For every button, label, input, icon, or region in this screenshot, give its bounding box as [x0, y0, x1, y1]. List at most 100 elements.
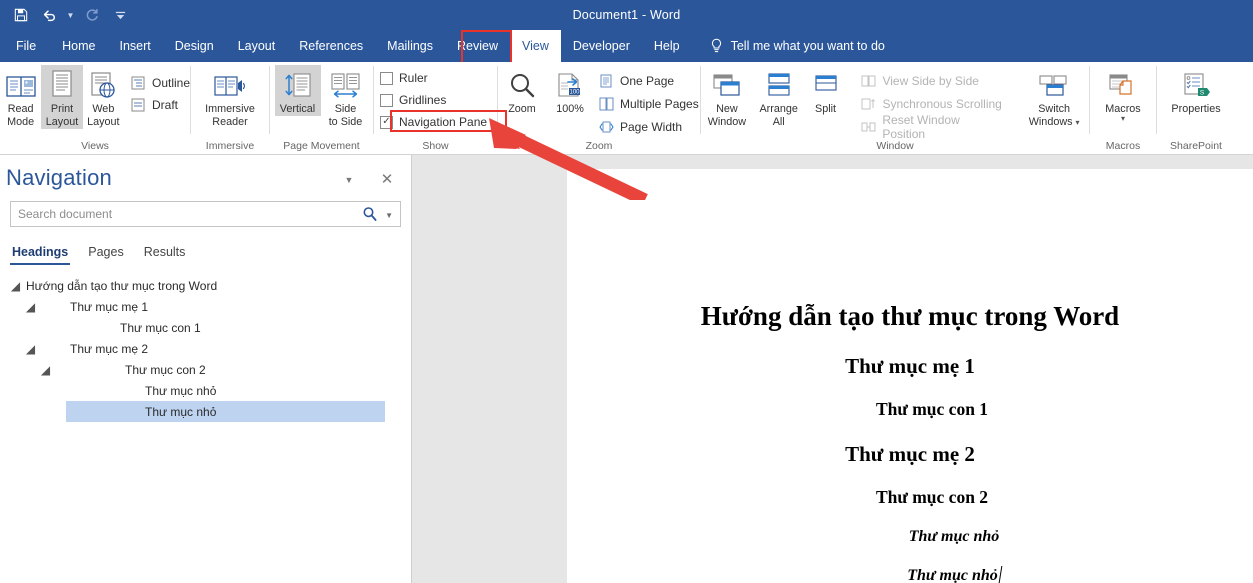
tell-me-box[interactable]: Tell me what you want to do: [692, 30, 885, 62]
web-layout-button[interactable]: Web Layout: [83, 65, 124, 129]
list-item[interactable]: ◢ Thư mục mẹ 1: [0, 296, 411, 317]
tab-design[interactable]: Design: [163, 30, 226, 62]
navigation-pane-checkbox[interactable]: ✓: [380, 115, 393, 129]
title-bar: Document1 - Word ▼: [0, 0, 1253, 30]
page-width-label: Page Width: [620, 120, 683, 134]
print-layout-button[interactable]: Print Layout: [41, 65, 83, 129]
vertical-label: Vertical: [279, 103, 316, 115]
immersive-reader-icon: [213, 69, 247, 103]
tab-developer[interactable]: Developer: [561, 30, 642, 62]
chevron-down-icon[interactable]: ▼: [339, 171, 359, 189]
multiple-pages-button[interactable]: Multiple Pages: [598, 94, 699, 114]
zoom-magnifier-icon: [508, 69, 536, 103]
switch-windows-icon: [1038, 69, 1070, 103]
list-item[interactable]: Thư mục con 1: [0, 317, 411, 338]
split-button[interactable]: Split: [805, 65, 847, 116]
tell-me-label: Tell me what you want to do: [730, 39, 885, 53]
read-mode-button[interactable]: Read Mode: [0, 65, 41, 129]
nav-tab-headings[interactable]: Headings: [4, 243, 80, 265]
expander-triangle-icon[interactable]: ◢: [25, 300, 36, 314]
ruler-label: Ruler: [399, 71, 428, 85]
ruler-checkbox-row[interactable]: Ruler: [380, 69, 487, 87]
zoom-100-icon: 100: [555, 69, 585, 103]
word-window: Document1 - Word ▼ File Home Insert Desi…: [0, 0, 1253, 583]
search-input[interactable]: Search document ▼: [10, 201, 401, 227]
ribbon-tab-strip: File Home Insert Design Layout Reference…: [0, 30, 1253, 62]
nav-tab-pages[interactable]: Pages: [80, 243, 135, 265]
tab-home[interactable]: Home: [50, 30, 107, 62]
zoom-100-button[interactable]: 100 100%: [546, 65, 594, 116]
expander-triangle-icon[interactable]: ◢: [40, 363, 51, 377]
search-dropdown-icon[interactable]: ▼: [385, 211, 393, 220]
navigation-pane-tabs: Headings Pages Results: [4, 243, 411, 265]
list-item[interactable]: ◢ Thư mục mẹ 2: [0, 338, 411, 359]
list-item[interactable]: Thư mục nhỏ: [66, 401, 385, 422]
gridlines-checkbox-row[interactable]: Gridlines: [380, 91, 487, 109]
customize-quick-access-icon[interactable]: [107, 3, 133, 27]
tab-view[interactable]: View: [510, 30, 561, 62]
read-mode-label-2: Mode: [7, 116, 35, 128]
draft-button[interactable]: Draft: [130, 96, 190, 114]
zoom-button[interactable]: Zoom: [498, 65, 546, 116]
undo-dropdown-icon[interactable]: ▼: [64, 3, 77, 27]
read-mode-label-1: Read: [7, 103, 34, 115]
vertical-button[interactable]: Vertical: [274, 65, 321, 116]
ribbon: Read Mode Print Layout Web Layout Outlin…: [0, 62, 1253, 155]
tab-help[interactable]: Help: [642, 30, 692, 62]
tab-file[interactable]: File: [0, 30, 50, 62]
page-width-icon: [598, 120, 614, 135]
arrange-all-button[interactable]: Arrange All: [753, 65, 805, 129]
reset-window-icon: [860, 120, 876, 135]
window-small-list: View Side by Side Synchronous Scrolling …: [846, 65, 1005, 141]
tab-references[interactable]: References: [287, 30, 375, 62]
outline-button[interactable]: Outline: [130, 74, 190, 92]
list-item[interactable]: Thư mục nhỏ: [0, 380, 411, 401]
close-icon[interactable]: ✕: [377, 169, 397, 189]
list-item[interactable]: ◢ Hướng dẫn tạo thư mục trong Word: [0, 275, 411, 296]
expander-triangle-icon[interactable]: ◢: [25, 342, 36, 356]
web-layout-label-2: Layout: [87, 116, 120, 128]
lightbulb-icon: [710, 38, 724, 54]
chevron-down-icon[interactable]: ▾: [1121, 115, 1125, 123]
properties-button[interactable]: S Properties: [1164, 65, 1228, 116]
macros-button[interactable]: Macros ▾: [1091, 65, 1155, 123]
split-icon: [812, 69, 840, 103]
tab-review[interactable]: Review: [445, 30, 510, 62]
tab-layout[interactable]: Layout: [226, 30, 288, 62]
search-placeholder: Search document: [18, 207, 113, 221]
switch-windows-button[interactable]: Switch Windows ▾: [1019, 65, 1089, 129]
switch-windows-label-2: Windows ▾: [1028, 116, 1080, 128]
immersive-reader-button[interactable]: Immersive Reader: [198, 65, 262, 129]
list-item[interactable]: ◢ Thư mục con 2: [0, 359, 411, 380]
one-page-button[interactable]: One Page: [598, 71, 699, 91]
immersive-reader-label-1: Immersive: [205, 103, 255, 115]
new-window-button[interactable]: New Window: [701, 65, 753, 129]
chevron-down-icon[interactable]: ▾: [1076, 118, 1080, 127]
ruler-checkbox[interactable]: [380, 71, 393, 85]
arrange-all-label-1: Arrange: [759, 103, 798, 115]
read-mode-icon: [6, 69, 36, 103]
save-icon[interactable]: [8, 3, 34, 27]
expander-triangle-icon[interactable]: ◢: [10, 279, 21, 293]
navigation-heading-list: ◢ Hướng dẫn tạo thư mục trong Word ◢ Thư…: [0, 275, 411, 422]
nav-tab-results[interactable]: Results: [136, 243, 198, 265]
zoom-label: Zoom: [508, 103, 536, 115]
quick-access-toolbar: ▼: [8, 0, 133, 30]
zoom-100-label: 100%: [556, 103, 584, 115]
tab-mailings[interactable]: Mailings: [375, 30, 445, 62]
multiple-pages-label: Multiple Pages: [620, 97, 699, 111]
doc-heading-3a: Thư mục nhỏ: [908, 528, 1000, 545]
document-page[interactable]: Hướng dẫn tạo thư mục trong Word Thư mục…: [567, 169, 1253, 583]
gridlines-checkbox[interactable]: [380, 93, 393, 107]
page-width-button[interactable]: Page Width: [598, 117, 699, 137]
navigation-pane-header: Navigation ▼ ✕: [0, 155, 411, 201]
ribbon-group-zoom: Zoom 100 100% One Page Multiple Pages Pa…: [498, 62, 700, 155]
search-icon[interactable]: [362, 206, 378, 227]
navigation-pane-checkbox-row[interactable]: ✓ Navigation Pane: [380, 113, 487, 131]
switch-windows-label-1: Switch: [1038, 103, 1071, 115]
svg-text:S: S: [1200, 89, 1205, 96]
side-to-side-button[interactable]: Side to Side: [323, 65, 369, 129]
tab-insert[interactable]: Insert: [108, 30, 163, 62]
undo-icon[interactable]: [36, 3, 62, 27]
synchronous-scrolling-button: Synchronous Scrolling: [860, 94, 1005, 114]
